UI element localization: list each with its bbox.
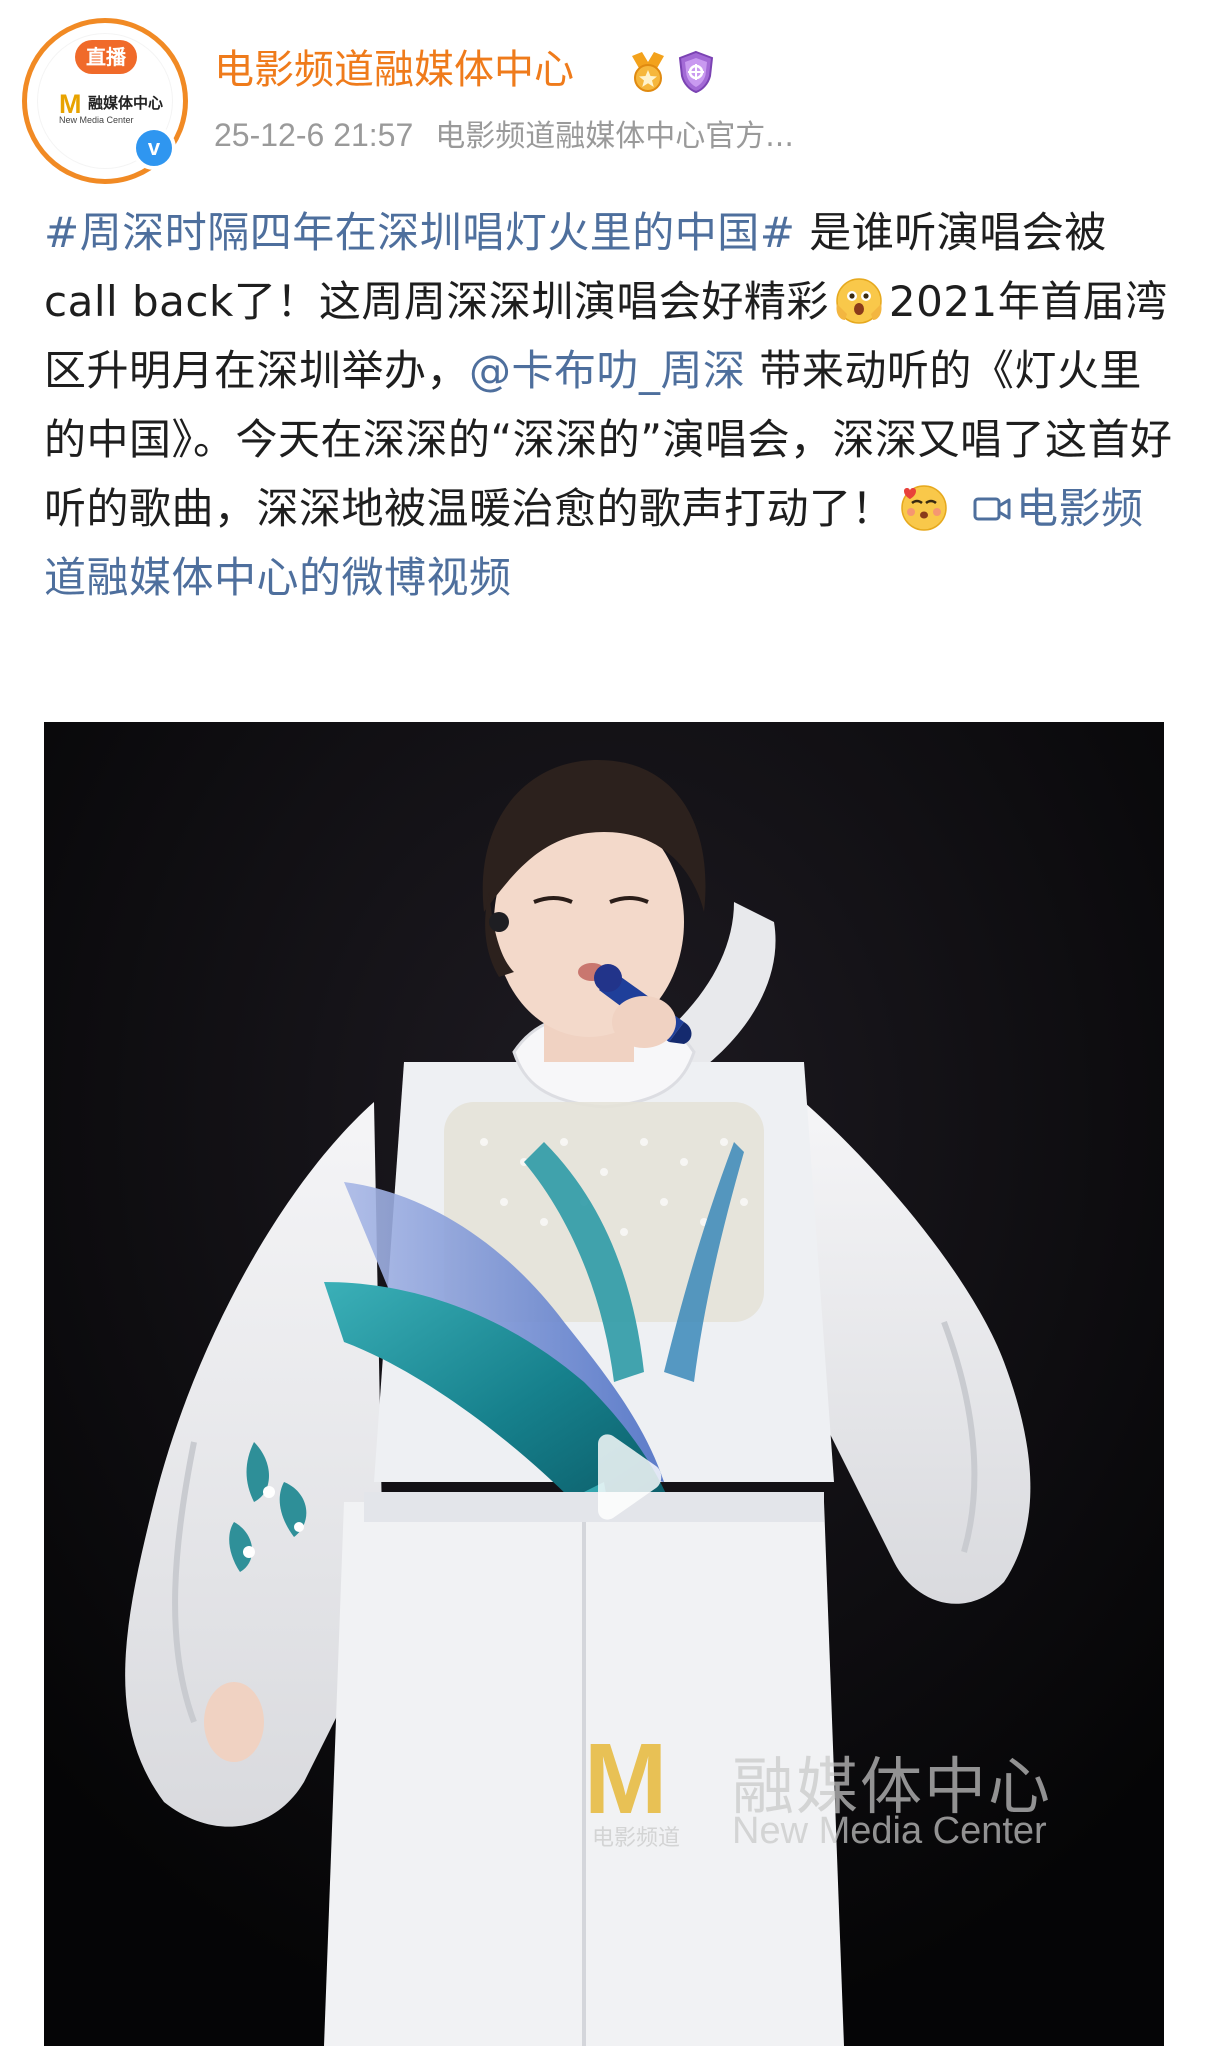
user-badges [628,50,716,94]
video-camera-icon[interactable] [972,489,1012,529]
play-icon[interactable] [564,1422,674,1532]
post-body: #周深时隔四年在深圳唱灯火里的中国# 是谁听演唱会被call back了！这周周… [44,198,1174,612]
author-name[interactable]: 电影频道融媒体中心 [214,44,574,96]
video-thumbnail[interactable]: M 融媒体中心 电影频道 New Media Center [44,722,1164,2046]
post-meta: 25-12-6 21:57 电影频道融媒体中心官方... [214,113,794,159]
post-timestamp: 25-12-6 21:57 [214,117,414,153]
watermark-en: New Media Center [732,1810,1047,1852]
purple-shield-icon[interactable] [676,50,716,94]
avatar-logo: M 融媒体中心 New Media Center [55,89,165,129]
verified-icon: v [132,126,176,170]
avatar-logo-text: 融媒体中心 [88,94,164,112]
video-watermark: M 融媒体中心 电影频道 New Media Center [544,1722,1104,1852]
hashtag-link[interactable]: #周深时隔四年在深圳唱灯火里的中国# [44,208,795,257]
watermark-channel: 电影频道 [592,1826,681,1851]
live-badge[interactable]: 直播 [75,40,137,74]
shocked-emoji [836,278,882,324]
mention-link[interactable]: @卡布叻_周深 [469,346,746,395]
post-source[interactable]: 电影频道融媒体中心官方... [435,119,794,154]
touched-emoji [901,485,947,531]
gold-medal-icon[interactable] [628,50,668,94]
weibo-post: M 融媒体中心 New Media Center 直播 v 电影频道融媒体中心 … [0,0,1206,2046]
avatar-logo-sub: New Media Center [59,115,134,125]
